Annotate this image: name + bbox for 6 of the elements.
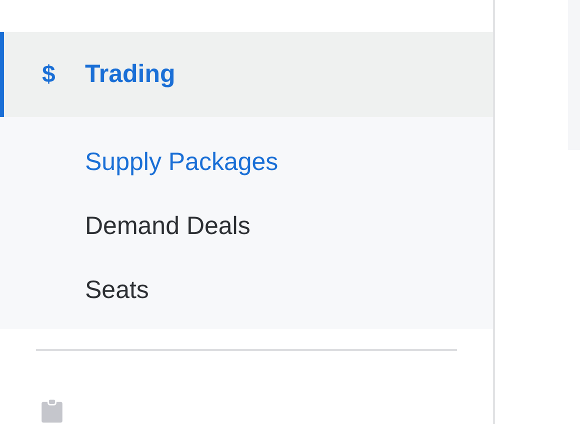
dollar-icon: $ [42,56,62,93]
submenu-item[interactable]: Seats [0,259,493,324]
nav-item[interactable]: $ Trading [0,32,493,118]
submenu-item[interactable]: Supply Packages [0,131,493,196]
nav-label: Trading [85,58,176,90]
submenu-item[interactable]: Demand Deals [0,195,493,260]
